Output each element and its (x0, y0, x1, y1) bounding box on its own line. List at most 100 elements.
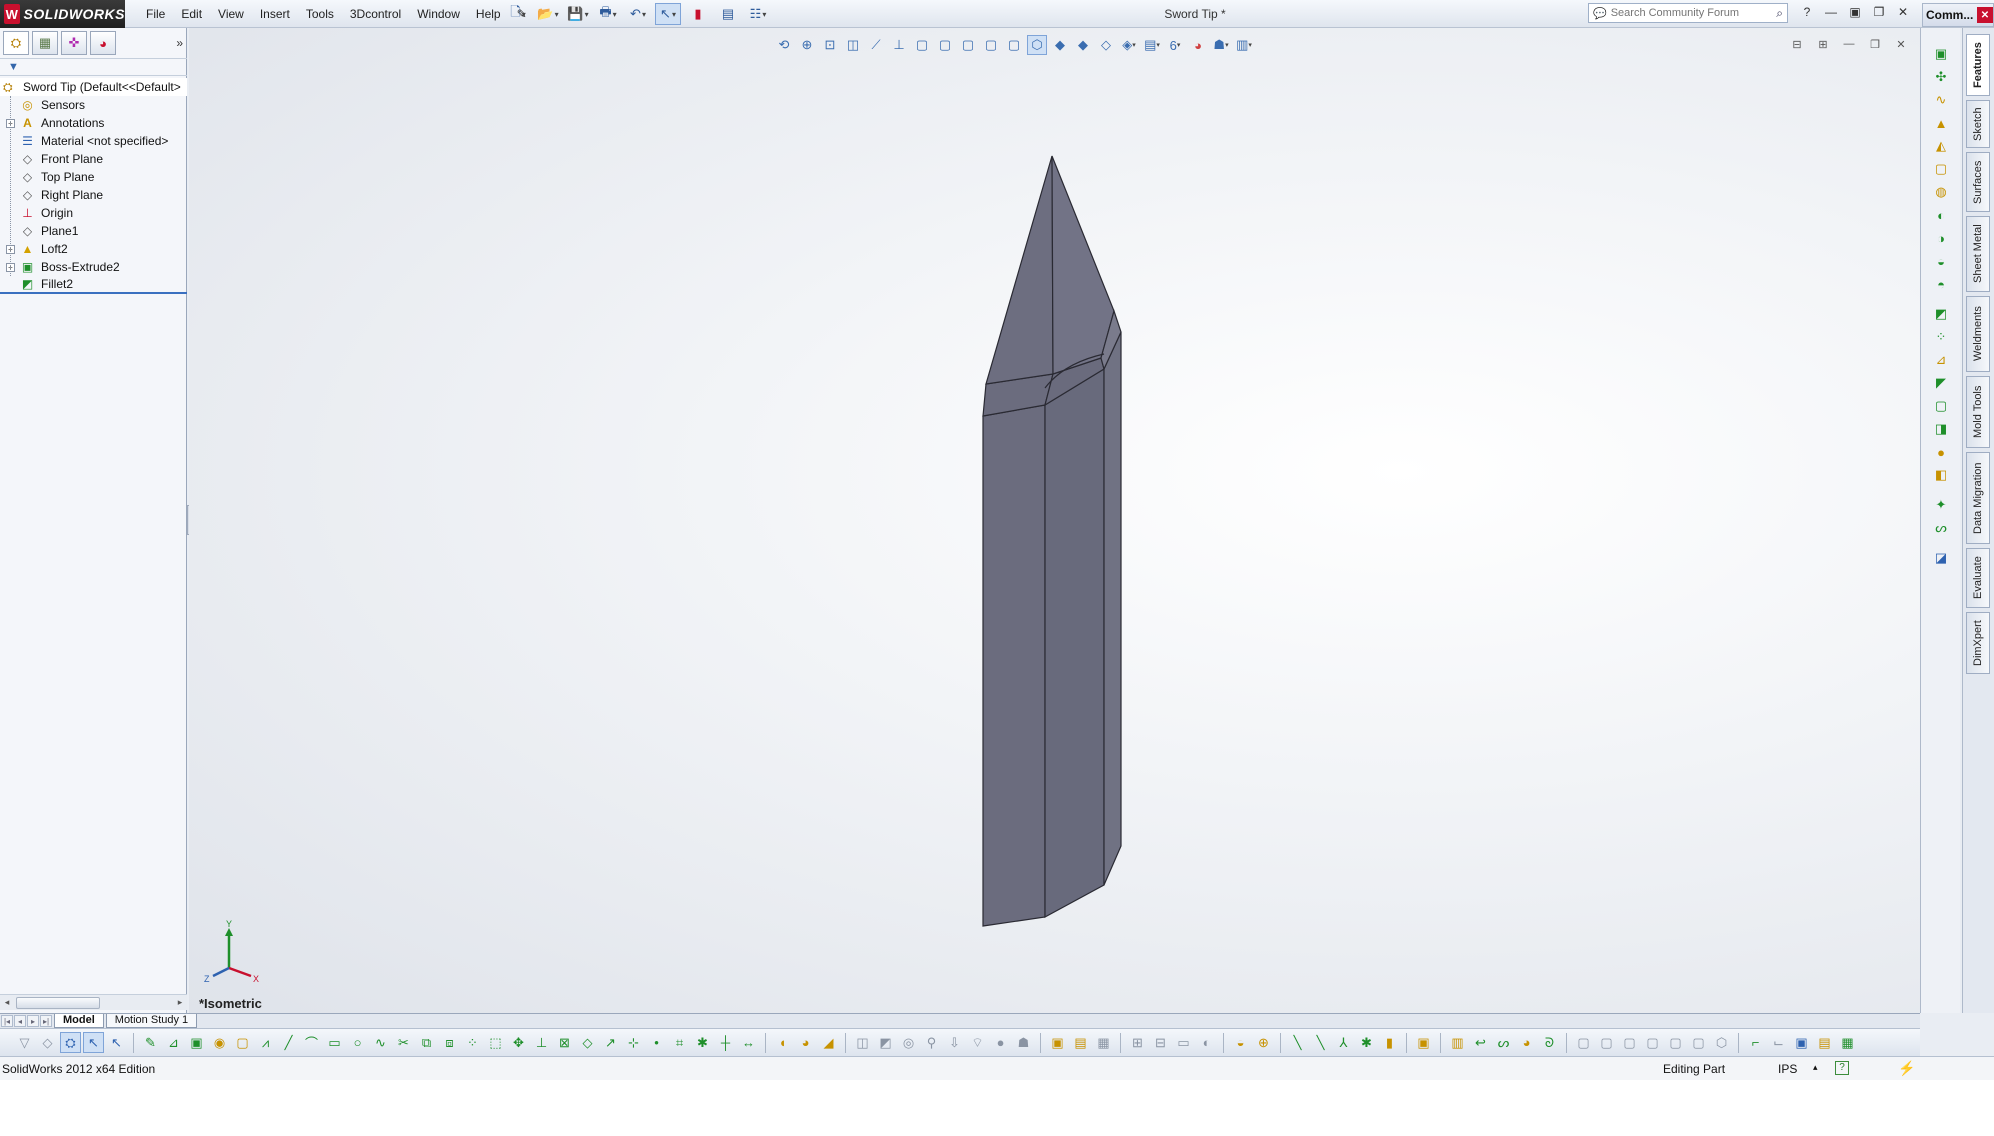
menu-edit[interactable]: Edit (173, 7, 210, 21)
pointer-icon[interactable]: ↖ (83, 1032, 104, 1053)
sketch-chamfer-icon[interactable]: ⌙ (1768, 1032, 1789, 1053)
convert-entities-icon[interactable]: ⬚ (485, 1032, 506, 1053)
point-icon[interactable]: • (646, 1032, 667, 1053)
scroll-thumb[interactable] (16, 997, 100, 1009)
restore-icon[interactable]: ▣ (1846, 3, 1864, 21)
units-dropdown-icon[interactable]: ▴ (1813, 1062, 1818, 1073)
construction-icon[interactable]: ┼ (715, 1032, 736, 1053)
sketch-point-icon[interactable]: ✱ (1356, 1032, 1377, 1053)
curve-through-icon[interactable]: ᔕ (1493, 1032, 1514, 1053)
swept-boss-icon[interactable]: ∿ (1930, 89, 1952, 111)
boundary-cut-icon[interactable]: ◓ (1930, 273, 1952, 295)
sword-tip-solid[interactable] (982, 155, 1122, 927)
boundary-boss-icon[interactable]: ◭ (1930, 135, 1952, 157)
cascade-icon[interactable]: ❐ (1870, 3, 1888, 21)
select-arrow-icon[interactable]: ↖ ▾ (655, 3, 681, 25)
solidworks-logo[interactable]: W SOLIDWORKS (0, 0, 125, 28)
tab-next-icon[interactable]: ▸ (27, 1015, 39, 1027)
tree-item-fillet2[interactable]: ◩ Fillet2 (0, 276, 187, 294)
menu-file[interactable]: File (138, 7, 173, 21)
mirror-entities-icon[interactable]: ⧈ (439, 1032, 460, 1053)
draft-analysis-icon[interactable]: ◫ (852, 1032, 873, 1053)
shut-off-icon[interactable]: ▭ (1173, 1032, 1194, 1053)
dimension-icon[interactable]: ↔ (738, 1032, 759, 1053)
new-document-icon[interactable]: 🗋 ▾ (505, 3, 531, 25)
wrap-icon[interactable]: ◨ (1930, 418, 1952, 440)
print-icon[interactable]: 🖶 ▾ (595, 3, 621, 25)
add-ins-icon[interactable]: ▦ (1837, 1032, 1858, 1053)
undo-icon[interactable]: ↶ ▾ (625, 3, 651, 25)
tree-item-origin[interactable]: ⊥ Origin (0, 204, 187, 222)
sheet-metal-icon[interactable]: ▦ (1093, 1032, 1114, 1053)
lofted-boss-icon[interactable]: ▲ (1930, 112, 1952, 134)
options-icon[interactable]: ☷ ▾ (745, 3, 771, 25)
measure-icon[interactable]: ◖ (772, 1032, 793, 1053)
model-tip-right[interactable] (1051, 155, 1115, 375)
mirror-icon[interactable]: ◧ (1930, 464, 1952, 486)
quick-tips-help-icon[interactable]: ? (1835, 1061, 1849, 1075)
bottom-std-view-icon[interactable]: ▢ (1688, 1032, 1709, 1053)
undercut-icon[interactable]: ◩ (875, 1032, 896, 1053)
instant-sketch-icon[interactable]: ▣ (1413, 1032, 1434, 1053)
tab-prev-icon[interactable]: ◂ (14, 1015, 26, 1027)
top-std-view-icon[interactable]: ▢ (1665, 1032, 1686, 1053)
lofted-cut-icon[interactable]: ◒ (1930, 250, 1952, 272)
featuremanager-tab-icon[interactable]: ⛭ (3, 31, 29, 55)
line-tool-icon[interactable]: ╲ (1287, 1032, 1308, 1053)
menu-insert[interactable]: Insert (252, 7, 298, 21)
left-std-view-icon[interactable]: ▢ (1619, 1032, 1640, 1053)
tree-item-sensors[interactable]: ◎ Sensors (0, 96, 187, 114)
trim-icon[interactable]: ✂ (393, 1032, 414, 1053)
tab-dimxpert[interactable]: DimXpert (1966, 612, 1990, 674)
extrude-icon[interactable]: ▣ (186, 1032, 207, 1053)
close-icon[interactable]: ✕ (1894, 3, 1912, 21)
revolved-cut-icon[interactable]: ◐ (1930, 204, 1952, 226)
save-icon[interactable]: 💾 ▾ (565, 3, 591, 25)
minimize-icon[interactable]: — (1822, 3, 1840, 21)
revolve-icon[interactable]: ◉ (209, 1032, 230, 1053)
parting-line-icon[interactable]: ◎ (898, 1032, 919, 1053)
rebuild-icon[interactable]: ▮ (685, 3, 711, 25)
zebra-icon[interactable]: ● (990, 1032, 1011, 1053)
tab-model[interactable]: Model (54, 1014, 104, 1028)
tree-item-material[interactable]: ☰ Material <not specified> (0, 132, 187, 150)
interference-icon[interactable]: ⇩ (944, 1032, 965, 1053)
filter-faces-icon[interactable]: ◇ (37, 1032, 58, 1053)
smart-dimension-icon[interactable]: ⊿ (163, 1032, 184, 1053)
open-folder-icon[interactable]: 📂 ▾ (535, 3, 561, 25)
tab-last-icon[interactable]: ▸| (40, 1015, 52, 1027)
rib-tool-icon[interactable]: ▥ (1447, 1032, 1468, 1053)
loft-icon[interactable]: ⩘ (255, 1032, 276, 1053)
centerline-icon[interactable]: ╲ (1310, 1032, 1331, 1053)
sword-tip-model[interactable] (189, 28, 1920, 1013)
section-properties-icon[interactable]: ◢ (818, 1032, 839, 1053)
search-icon[interactable]: ⌕ (1776, 6, 1783, 21)
model-face-right[interactable] (1103, 331, 1122, 886)
relations-icon[interactable]: ⊥ (531, 1032, 552, 1053)
ruled-surface-icon[interactable]: ⊟ (1150, 1032, 1171, 1053)
menu-tools[interactable]: Tools (298, 7, 342, 21)
status-units[interactable]: IPS (1778, 1062, 1797, 1076)
task-pane-close-icon[interactable]: ✕ (1977, 7, 1993, 23)
deviation-icon[interactable]: ⌔ (967, 1032, 988, 1053)
model-face-center[interactable] (1044, 367, 1105, 919)
fillet-icon[interactable]: ◩ (1930, 303, 1952, 325)
tree-item-annotations[interactable]: + A Annotations (0, 114, 187, 132)
structure-member-icon[interactable]: ⊕ (1253, 1032, 1274, 1053)
menu-view[interactable]: View (210, 7, 252, 21)
rectangle-icon[interactable]: ▭ (324, 1032, 345, 1053)
tree-item-plane1[interactable]: ◇ Plane1 (0, 222, 187, 240)
reference-geometry-icon[interactable]: ✦ (1930, 494, 1952, 516)
rebuild-status-icon[interactable]: ⚡ (1898, 1060, 1915, 1077)
file-properties-icon[interactable]: ▤ (715, 3, 741, 25)
menu-window[interactable]: Window (409, 7, 468, 21)
sweep-icon[interactable]: ▢ (232, 1032, 253, 1053)
draft-icon[interactable]: ◤ (1930, 372, 1952, 394)
move-entities-icon[interactable]: ✥ (508, 1032, 529, 1053)
quick-snaps-icon[interactable]: ✱ (692, 1032, 713, 1053)
tab-motion-study-1[interactable]: Motion Study 1 (105, 1014, 198, 1028)
tab-surfaces[interactable]: Surfaces (1966, 152, 1990, 212)
tab-features[interactable]: Features (1966, 34, 1990, 96)
tab-weldments[interactable]: Weldments (1966, 296, 1990, 372)
spline-icon[interactable]: ∿ (370, 1032, 391, 1053)
